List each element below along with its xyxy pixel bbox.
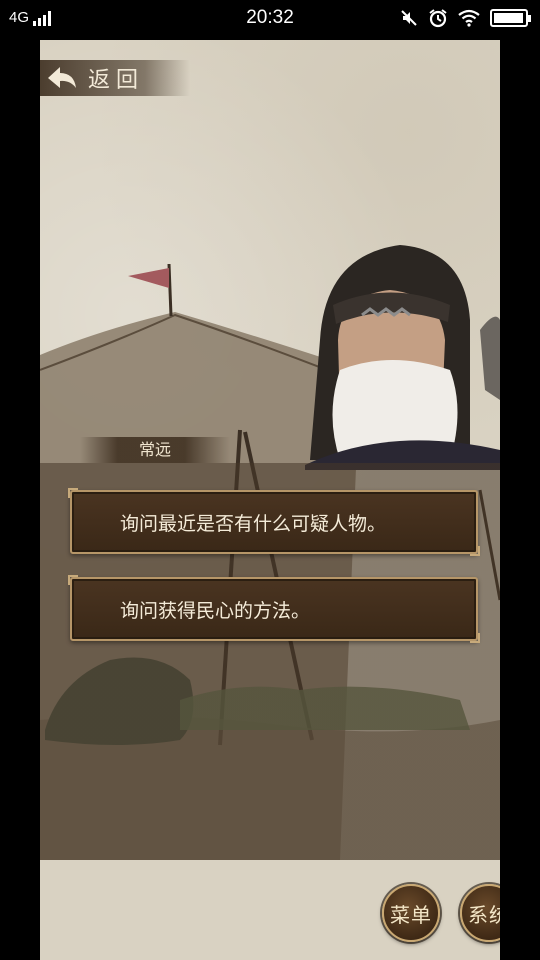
choice-text: 询问获得民心的方法。 [120, 599, 311, 622]
back-label: 返回 [88, 68, 145, 93]
alarm-icon [429, 9, 447, 28]
choice-text: 询问最近是否有什么可疑人物。 [120, 512, 387, 535]
status-right [400, 8, 531, 28]
dialog-choice-2[interactable]: 询问获得民心的方法。 [68, 575, 480, 643]
back-arrow-icon [48, 67, 76, 88]
game-view: 返回 常远 询问最近是否有什么可疑人物。 询问获得民心的方法。 菜单 系统 [40, 40, 500, 960]
battery-fill [494, 13, 523, 23]
character-portrait [305, 245, 500, 470]
battery-icon [490, 9, 531, 27]
system-label: 系统 [468, 902, 500, 927]
wifi-icon [458, 9, 480, 27]
back-button[interactable]: 返回 [40, 60, 190, 96]
menu-button[interactable]: 菜单 [382, 884, 440, 942]
dialog-choice-1[interactable]: 询问最近是否有什么可疑人物。 [68, 488, 480, 556]
speaker-name: 常远 [80, 437, 230, 463]
mute-icon [401, 10, 417, 26]
status-bar: 4G 20:32 [0, 0, 540, 36]
menu-label: 菜单 [390, 902, 432, 927]
